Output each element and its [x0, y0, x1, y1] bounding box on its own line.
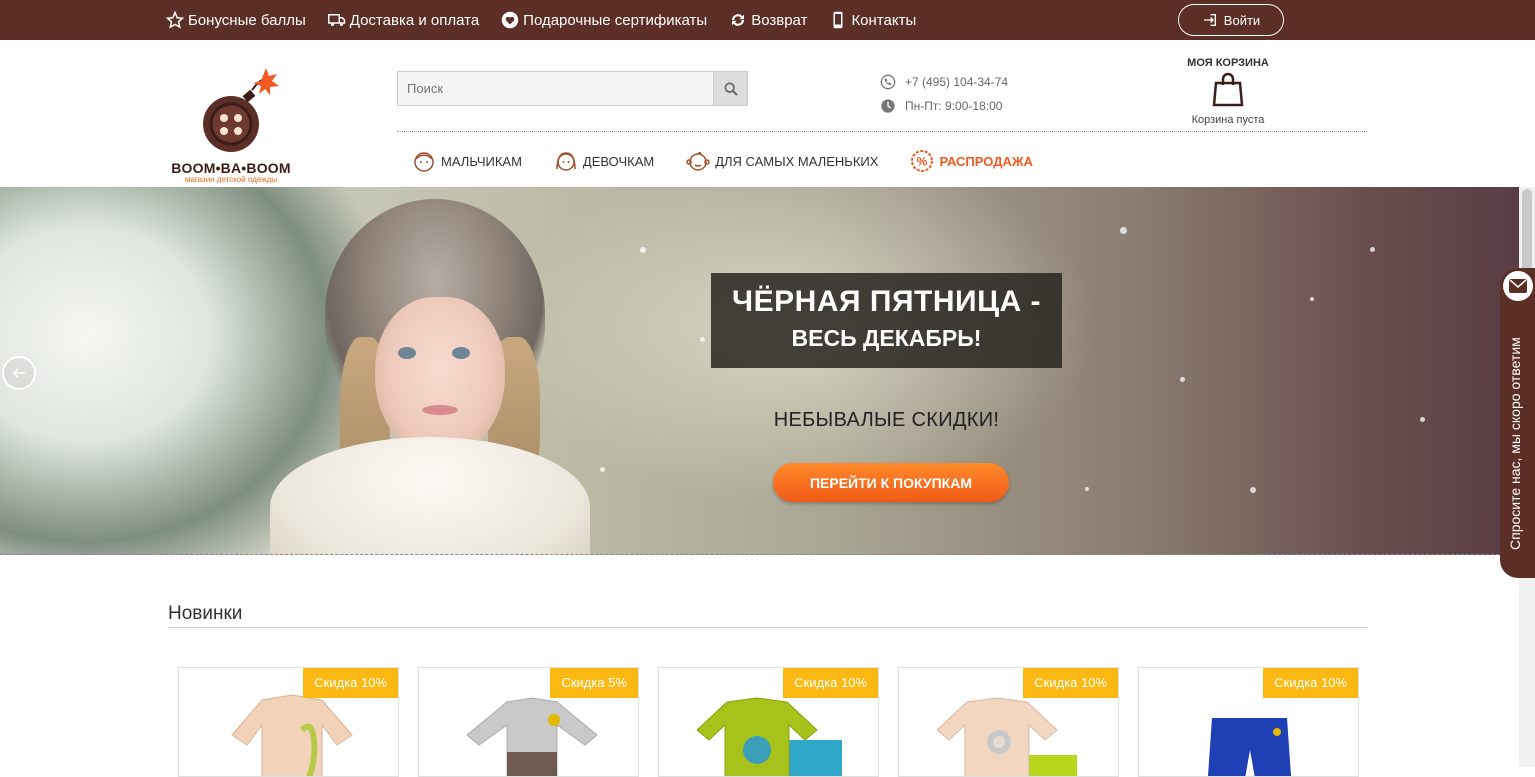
chat-label: Спросите нас, мы скоро ответим	[1507, 337, 1523, 550]
product-card[interactable]: Скидка 10%	[178, 667, 399, 777]
baby-icon	[686, 151, 710, 171]
discount-badge: Скидка 10%	[1263, 668, 1358, 698]
bomb-logo-icon	[203, 68, 279, 152]
promo-title-box: ЧЁРНАЯ ПЯТНИЦА - ВЕСЬ ДЕКАБРЬ!	[711, 273, 1062, 368]
shop-now-button[interactable]: ПЕРЕЙТИ К ПОКУПКАМ	[773, 463, 1009, 502]
blue-pants-product-image	[1207, 718, 1292, 776]
cart-status: Корзина пуста	[1191, 114, 1265, 126]
logo-tagline: магазин детской одежды	[184, 175, 278, 184]
monkey-shirt-product-image	[937, 697, 1077, 776]
search-input[interactable]	[397, 71, 713, 106]
refresh-icon	[732, 14, 745, 26]
topnav-delivery-link[interactable]: Доставка и оплата	[327, 11, 480, 29]
discount-badge: Скидка 10%	[783, 668, 878, 698]
svg-text:%: %	[917, 155, 928, 169]
cart-widget[interactable]: МОЯ КОРЗИНА Корзина пуста	[1168, 56, 1288, 126]
topnav-bonus-label: Бонусные баллы	[188, 11, 306, 29]
category-girls[interactable]: ДЕВОЧКАМ	[554, 149, 654, 173]
sign-in-icon	[1203, 14, 1216, 26]
promo-subtitle: НЕБЫВАЛЫЕ СКИДКИ!	[773, 409, 1000, 431]
topnav-return-link[interactable]: Возврат	[729, 11, 807, 29]
star-icon	[166, 11, 184, 29]
category-nav: МАЛЬЧИКАМ ДЕВОЧКАМ ДЛЯ САМЫХ МАЛЕНЬКИХ %…	[412, 145, 1065, 177]
search-bar	[397, 71, 748, 106]
heart-icon	[501, 11, 519, 29]
chat-mail-badge	[1503, 271, 1533, 301]
product-list: Скидка 10% Скидка 5% Скидка 10% Скидка 1…	[178, 667, 1378, 777]
promo-title-line1: ЧЁРНАЯ ПЯТНИЦА -	[732, 285, 1041, 318]
product-card[interactable]: Скидка 10%	[898, 667, 1119, 777]
product-card[interactable]: Скидка 10%	[658, 667, 879, 777]
category-sale[interactable]: % РАСПРОДАЖА	[910, 149, 1033, 173]
category-babies[interactable]: ДЛЯ САМЫХ МАЛЕНЬКИХ	[686, 149, 878, 173]
phone-number[interactable]: +7 (495) 104-34-74	[905, 75, 1008, 89]
boy-icon	[414, 152, 434, 172]
envelope-icon	[1509, 279, 1527, 293]
topnav-delivery-label: Доставка и оплата	[349, 11, 480, 29]
green-set-product-image	[697, 697, 842, 776]
contacts-block: +7 (495) 104-34-74 Пн-Пт: 9:00-18:00	[880, 70, 1008, 118]
logo-name: BOOM•BA•BOOM	[171, 160, 291, 176]
working-hours: Пн-Пт: 9:00-18:00	[905, 99, 1003, 113]
top-nav: Бонусные баллы Доставка и оплата Подароч…	[166, 0, 938, 40]
topnav-certificates-label: Подарочные сертификаты	[523, 11, 708, 29]
new-items-title: Новинки	[168, 603, 243, 624]
category-girls-label: ДЕВОЧКАМ	[582, 153, 655, 169]
promo-title-line2: ВЕСЬ ДЕКАБРЬ!	[791, 325, 982, 351]
phone-circle-icon	[880, 74, 896, 90]
percent-icon: %	[911, 150, 934, 172]
top-bar: Бонусные баллы Доставка и оплата Подароч…	[0, 0, 1535, 40]
product-card[interactable]: Скидка 5%	[418, 667, 639, 777]
category-sale-label: РАСПРОДАЖА	[939, 153, 1033, 169]
topnav-certificates-link[interactable]: Подарочные сертификаты	[501, 11, 707, 29]
login-label: Войти	[1223, 12, 1261, 28]
product-card[interactable]: Скидка 10%	[1138, 667, 1359, 777]
topnav-bonus-link[interactable]: Бонусные баллы	[166, 11, 306, 29]
phone-icon	[833, 11, 843, 29]
clock-icon	[881, 99, 895, 113]
slider-prev-button[interactable]	[2, 356, 36, 390]
girl-icon	[556, 152, 576, 171]
hero-divider	[0, 554, 1519, 555]
bodysuit-product-image	[231, 694, 353, 776]
site-logo[interactable]: BOOM•BA•BOOM магазин детской одежды	[166, 62, 296, 184]
category-babies-label: ДЛЯ САМЫХ МАЛЕНЬКИХ	[715, 153, 879, 169]
header-divider	[397, 131, 1367, 132]
search-icon	[724, 82, 738, 96]
discount-badge: Скидка 10%	[303, 668, 398, 698]
topnav-contacts-link[interactable]: Контакты	[829, 11, 916, 29]
cart-title: МОЯ КОРЗИНА	[1187, 57, 1269, 69]
discount-badge: Скидка 10%	[1023, 668, 1118, 698]
chat-widget-tab[interactable]: Спросите нас, мы скоро ответим	[1500, 268, 1535, 578]
truck-icon	[327, 14, 346, 26]
hero-slider: ЧЁРНАЯ ПЯТНИЦА - ВЕСЬ ДЕКАБРЬ! НЕБЫВАЛЫЕ…	[0, 187, 1519, 555]
hero-image-child	[375, 297, 505, 457]
discount-badge: Скидка 5%	[550, 668, 638, 698]
category-boys-label: МАЛЬЧИКАМ	[441, 153, 522, 169]
category-boys[interactable]: МАЛЬЧИКАМ	[412, 149, 522, 173]
arrow-left-icon	[12, 367, 25, 379]
topnav-contacts-label: Контакты	[851, 11, 917, 29]
search-button[interactable]	[713, 71, 748, 106]
login-button[interactable]: Войти	[1178, 4, 1284, 36]
topnav-return-label: Возврат	[751, 11, 808, 29]
new-items-divider	[168, 627, 1368, 628]
romper-product-image	[466, 697, 598, 776]
shopping-bag-icon	[1212, 72, 1244, 107]
